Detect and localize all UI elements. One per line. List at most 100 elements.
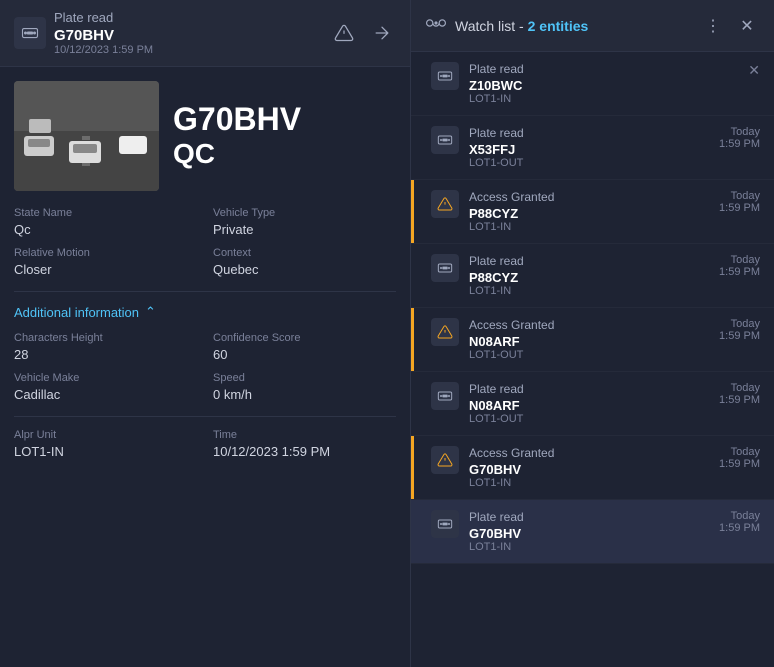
- close-watchlist-button[interactable]: ✕: [734, 13, 760, 39]
- watchlist-title-text: Watch list -: [455, 18, 528, 34]
- event-item[interactable]: Plate read P88CYZ LOT1-IN Today 1:59 PM: [411, 244, 774, 308]
- event-content: Plate read P88CYZ LOT1-IN: [469, 254, 709, 297]
- time-label: Time: [213, 429, 396, 441]
- event-item[interactable]: Plate read N08ARF LOT1-OUT Today 1:59 PM: [411, 372, 774, 436]
- event-location: LOT1-IN: [469, 477, 709, 489]
- event-type: Plate read: [469, 382, 709, 396]
- char-height-value: 28: [14, 347, 197, 362]
- event-item[interactable]: Access Granted N08ARF LOT1-OUT Today 1:5…: [411, 308, 774, 372]
- left-body: G70BHV QC State Name Qc Vehicle Type Pri…: [0, 67, 410, 667]
- state-name-value: Qc: [14, 222, 197, 237]
- header-text-block: Plate read G70BHV 10/12/2023 1:59 PM: [54, 10, 322, 56]
- additional-fields-grid: Characters Height 28 Confidence Score 60…: [14, 332, 396, 402]
- time-item: Time 10/12/2023 1:59 PM: [213, 429, 396, 459]
- basic-fields-grid: State Name Qc Vehicle Type Private Relat…: [14, 207, 396, 277]
- relative-motion-item: Relative Motion Closer: [14, 247, 197, 277]
- alpr-label: Alpr Unit: [14, 429, 197, 441]
- event-list: Plate read Z10BWC LOT1-IN ✕ Plate read X…: [411, 52, 774, 667]
- additional-info-toggle[interactable]: Additional information ⌃: [14, 304, 396, 320]
- plate-state: QC: [173, 138, 301, 170]
- event-item[interactable]: Access Granted P88CYZ LOT1-IN Today 1:59…: [411, 180, 774, 244]
- event-location: LOT1-IN: [469, 285, 709, 297]
- event-time-wrap: Today 1:59 PM: [719, 382, 760, 406]
- event-type: Plate read: [469, 126, 709, 140]
- event-plate: P88CYZ: [469, 206, 709, 221]
- event-type: Access Granted: [469, 446, 709, 460]
- additional-info-title: Additional information: [14, 305, 139, 320]
- event-date: Today: [719, 254, 760, 266]
- plate-text-section: G70BHV QC: [173, 81, 301, 191]
- event-item[interactable]: Plate read Z10BWC LOT1-IN ✕: [411, 52, 774, 116]
- plate-number: G70BHV: [173, 102, 301, 137]
- event-type: Plate read: [469, 510, 709, 524]
- speed-value: 0 km/h: [213, 387, 396, 402]
- event-accent: [411, 308, 414, 371]
- speed-item: Speed 0 km/h: [213, 372, 396, 402]
- header-event-type: Plate read: [54, 10, 322, 25]
- alert-button[interactable]: [330, 19, 358, 47]
- watchlist-icon: [425, 14, 447, 37]
- event-time: 1:59 PM: [719, 522, 760, 534]
- close-event-button[interactable]: ✕: [748, 62, 760, 79]
- context-label: Context: [213, 247, 396, 259]
- header-actions: [330, 19, 396, 47]
- event-time-wrap: Today 1:59 PM: [719, 510, 760, 534]
- camera-thumbnail: [14, 81, 159, 191]
- event-time-wrap: Today 1:59 PM: [719, 126, 760, 150]
- event-icon: [431, 382, 459, 410]
- vehicle-make-item: Vehicle Make Cadillac: [14, 372, 197, 402]
- event-location: LOT1-OUT: [469, 157, 709, 169]
- right-panel: Watch list - 2 entities ⋮ ✕ Plate read Z…: [410, 0, 774, 667]
- event-content: Access Granted G70BHV LOT1-IN: [469, 446, 709, 489]
- more-options-button[interactable]: ⋮: [700, 13, 726, 39]
- event-content: Plate read N08ARF LOT1-OUT: [469, 382, 709, 425]
- event-accent: [411, 180, 414, 243]
- event-date: Today: [719, 126, 760, 138]
- event-plate: N08ARF: [469, 398, 709, 413]
- additional-fields-grid2: Alpr Unit LOT1-IN Time 10/12/2023 1:59 P…: [14, 429, 396, 459]
- event-time: 1:59 PM: [719, 202, 760, 214]
- event-date: Today: [719, 510, 760, 522]
- event-time: 1:59 PM: [719, 330, 760, 342]
- time-value: 10/12/2023 1:59 PM: [213, 444, 396, 459]
- char-height-item: Characters Height 28: [14, 332, 197, 362]
- event-time: 1:59 PM: [719, 394, 760, 406]
- event-location: LOT1-IN: [469, 541, 709, 553]
- event-location: LOT1-IN: [469, 221, 709, 233]
- event-icon: [431, 254, 459, 282]
- event-item[interactable]: Plate read G70BHV LOT1-IN Today 1:59 PM: [411, 500, 774, 564]
- event-content: Plate read Z10BWC LOT1-IN: [469, 62, 734, 105]
- event-item[interactable]: Access Granted G70BHV LOT1-IN Today 1:59…: [411, 436, 774, 500]
- relative-motion-value: Closer: [14, 262, 197, 277]
- vehicle-type-label: Vehicle Type: [213, 207, 396, 219]
- event-plate: Z10BWC: [469, 78, 734, 93]
- left-header: Plate read G70BHV 10/12/2023 1:59 PM: [0, 0, 410, 67]
- event-icon: [431, 446, 459, 474]
- left-panel: Plate read G70BHV 10/12/2023 1:59 PM: [0, 0, 410, 667]
- event-plate: G70BHV: [469, 462, 709, 477]
- event-time: 1:59 PM: [719, 138, 760, 150]
- event-icon: [431, 190, 459, 218]
- vehicle-make-label: Vehicle Make: [14, 372, 197, 384]
- confidence-item: Confidence Score 60: [213, 332, 396, 362]
- header-date: 10/12/2023 1:59 PM: [54, 44, 322, 56]
- event-type: Access Granted: [469, 318, 709, 332]
- event-plate: G70BHV: [469, 526, 709, 541]
- navigate-button[interactable]: [368, 19, 396, 47]
- watchlist-actions: ⋮ ✕: [700, 13, 760, 39]
- event-item[interactable]: Plate read X53FFJ LOT1-OUT Today 1:59 PM: [411, 116, 774, 180]
- road-scene: [14, 81, 159, 191]
- context-item: Context Quebec: [213, 247, 396, 277]
- vehicle-make-value: Cadillac: [14, 387, 197, 402]
- event-icon: [431, 126, 459, 154]
- event-accent: [411, 436, 414, 499]
- char-height-label: Characters Height: [14, 332, 197, 344]
- event-plate: P88CYZ: [469, 270, 709, 285]
- plate-read-icon: [14, 17, 46, 49]
- divider: [14, 291, 396, 292]
- event-time-wrap: Today 1:59 PM: [719, 318, 760, 342]
- event-type: Plate read: [469, 254, 709, 268]
- watchlist-header: Watch list - 2 entities ⋮ ✕: [411, 0, 774, 52]
- event-icon: [431, 62, 459, 90]
- event-date: Today: [719, 446, 760, 458]
